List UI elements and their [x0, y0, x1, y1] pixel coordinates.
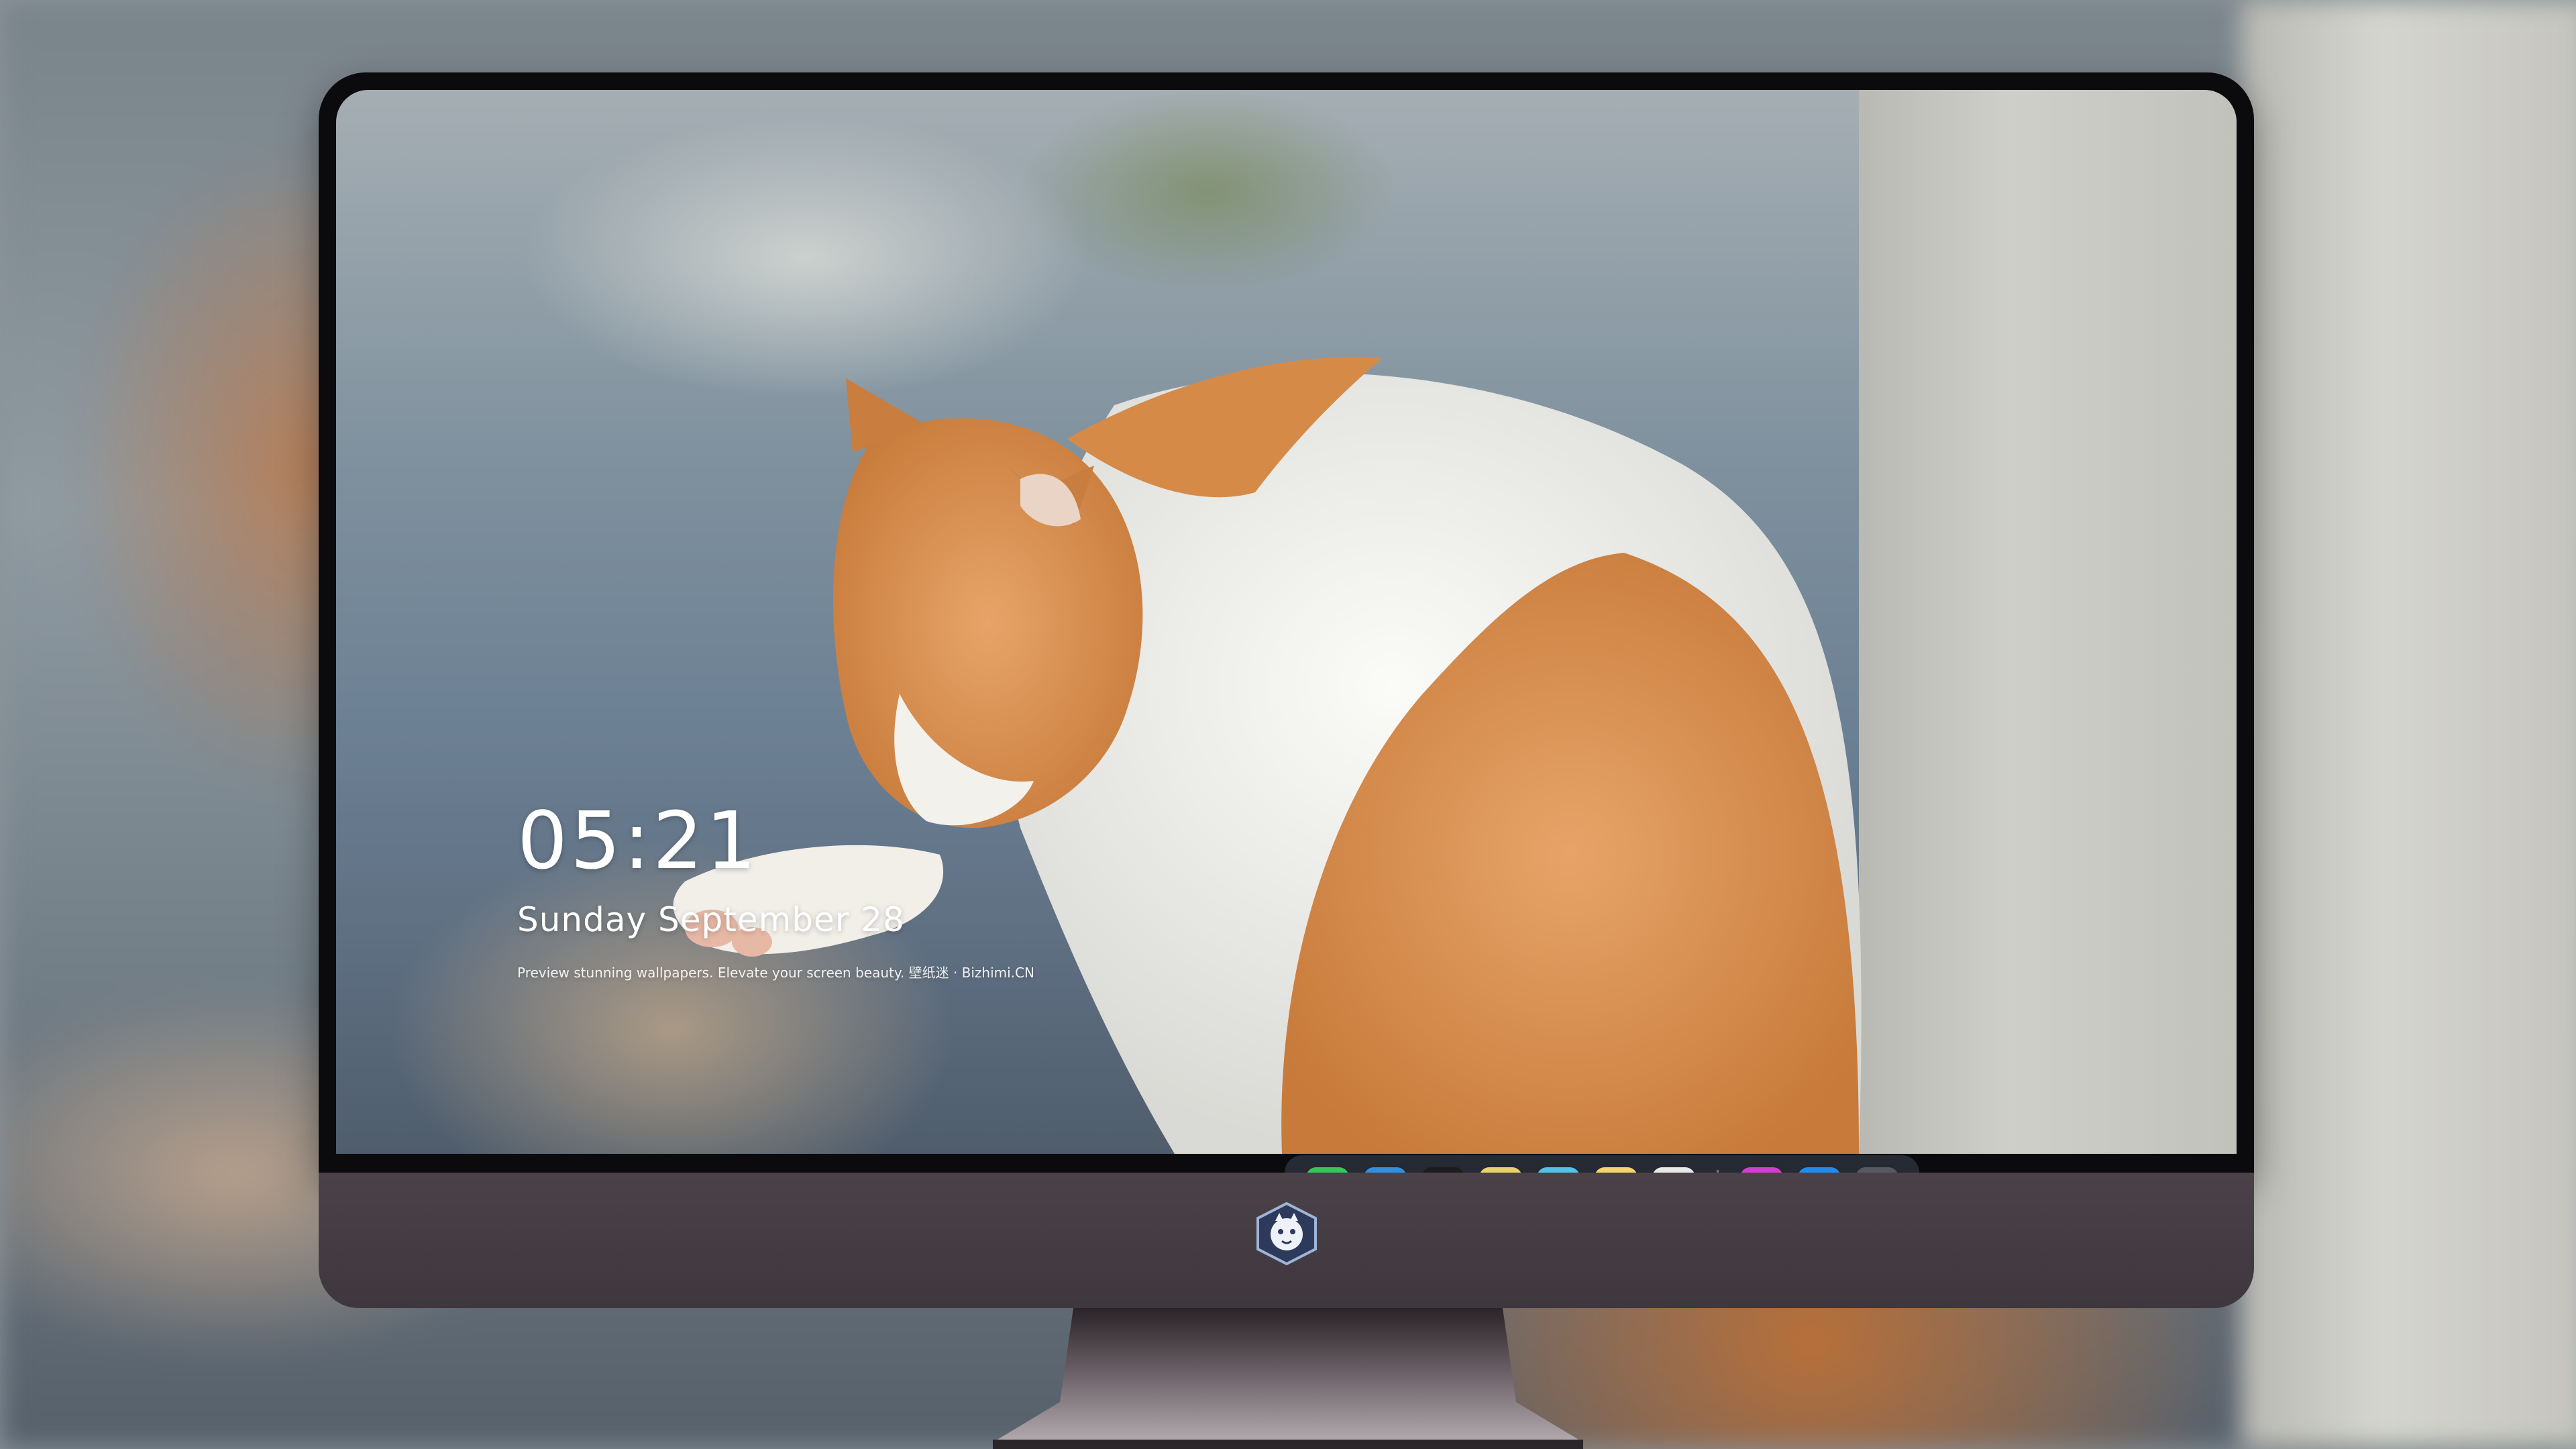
lock-clock: 05:21 Sunday September 28 Preview stunni… [517, 801, 1034, 981]
background-pillar [2241, 0, 2576, 1449]
monitor-bezel: 05:21 Sunday September 28 Preview stunni… [319, 72, 2254, 1173]
monitor-stand [993, 1308, 1583, 1449]
brand-logo-icon [1256, 1201, 1317, 1266]
time-display: 05:21 [517, 794, 759, 887]
lock-screen[interactable]: 05:21 Sunday September 28 Preview stunni… [336, 90, 2237, 1154]
cat-wallpaper [673, 357, 1862, 1154]
wallpaper-tagline: Preview stunning wallpapers. Elevate you… [517, 965, 1034, 981]
monitor: 05:21 Sunday September 28 Preview stunni… [319, 72, 2254, 1308]
date-display: Sunday September 28 [517, 900, 905, 939]
